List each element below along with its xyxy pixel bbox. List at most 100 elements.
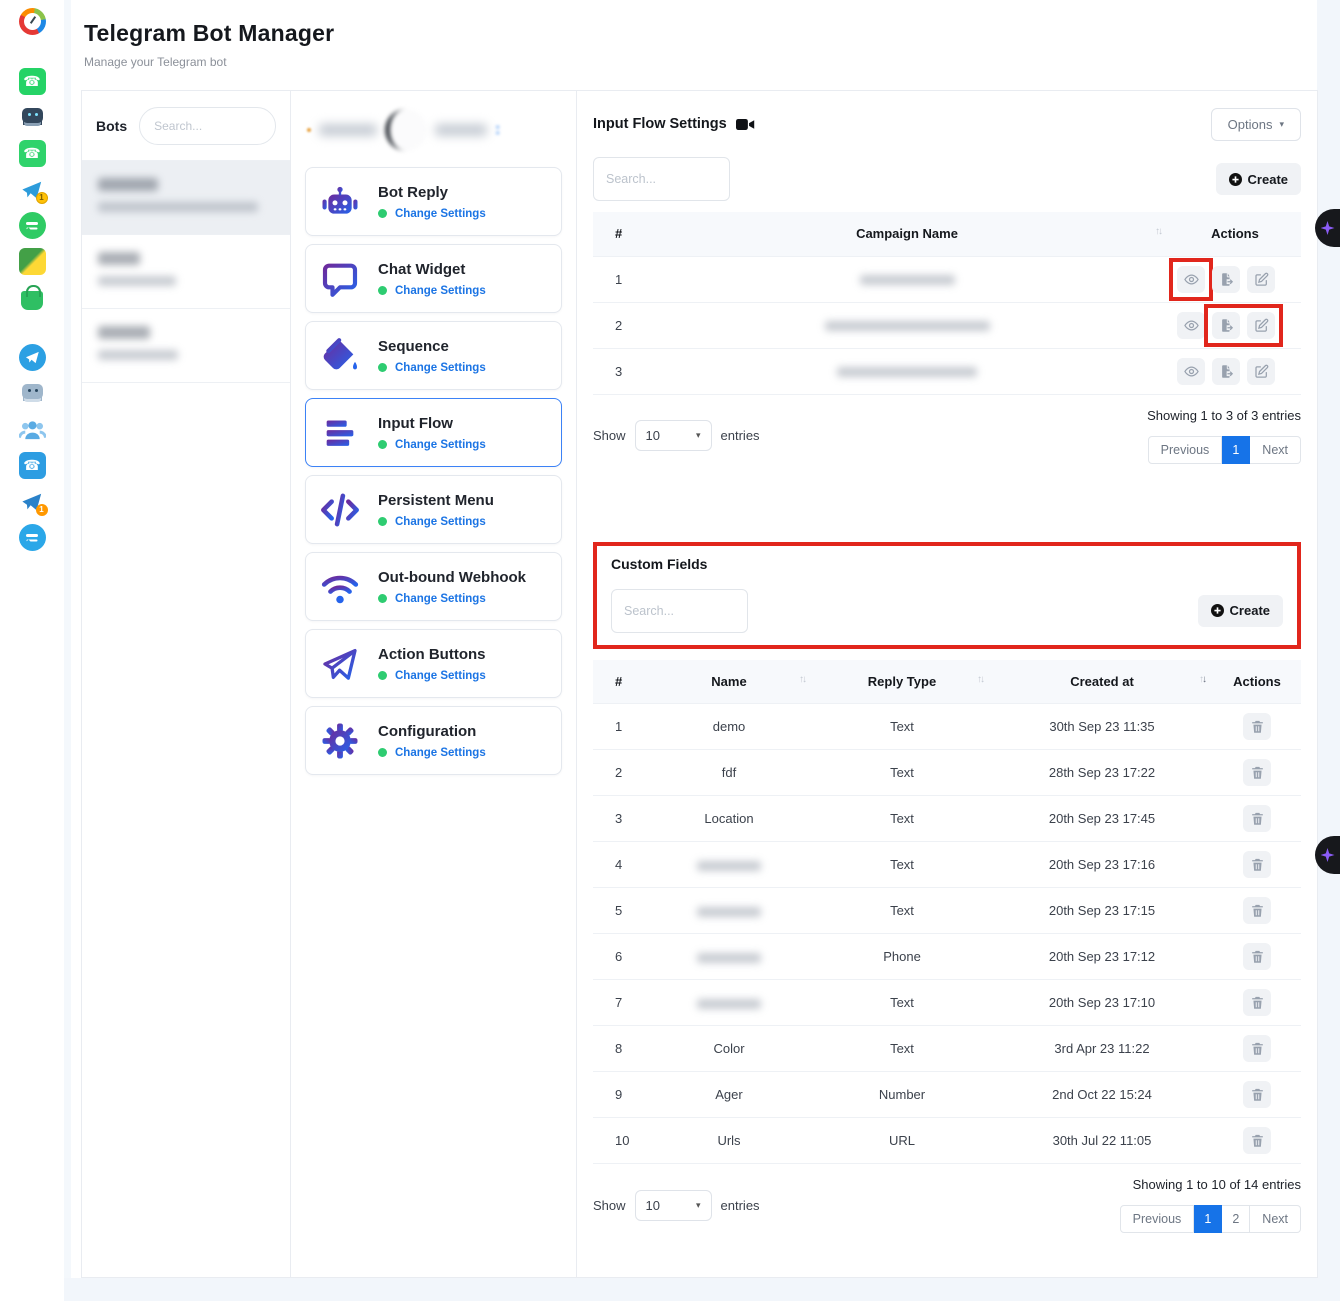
next-page-button[interactable]: Next <box>1250 1205 1301 1233</box>
blue-chat-icon[interactable] <box>19 524 46 551</box>
sort-icon[interactable]: ↑↓ <box>799 674 805 685</box>
bot-list-item[interactable] <box>82 309 290 383</box>
delete-button[interactable] <box>1243 713 1271 740</box>
change-settings-link[interactable]: Change Settings <box>395 285 486 297</box>
campaign-row: 2 <box>593 302 1301 348</box>
delete-button[interactable] <box>1243 1035 1271 1062</box>
change-settings-link[interactable]: Change Settings <box>395 362 486 374</box>
create-campaign-button[interactable]: Create <box>1216 163 1301 195</box>
status-dot <box>378 440 387 449</box>
settings-card-configuration[interactable]: Configuration Change Settings <box>305 706 562 775</box>
telegram-icon[interactable] <box>19 344 46 371</box>
export-button[interactable] <box>1212 358 1240 385</box>
settings-card-action-buttons[interactable]: Action ButtonsChange Settings <box>305 629 562 698</box>
redacted-campaign-name <box>860 275 955 285</box>
whatsapp-icon[interactable]: ☎ <box>19 68 46 95</box>
settings-card-persistent-menu[interactable]: Persistent MenuChange Settings <box>305 475 562 544</box>
change-settings-link[interactable]: Change Settings <box>395 747 486 759</box>
paper-plane-coin-icon[interactable]: 1 <box>19 176 46 203</box>
previous-page-button[interactable]: Previous <box>1148 436 1223 464</box>
row-index: 8 <box>593 1026 645 1072</box>
paper-plane-badge-icon[interactable]: 1 <box>19 488 46 515</box>
speedtest-logo-icon[interactable] <box>19 8 46 35</box>
row-index: 9 <box>593 1072 645 1118</box>
view-button[interactable] <box>1177 358 1205 385</box>
export-button[interactable] <box>1212 312 1240 339</box>
delete-button[interactable] <box>1243 989 1271 1016</box>
options-button[interactable]: Options▾ <box>1211 108 1301 141</box>
row-index: 1 <box>593 704 645 750</box>
edit-button[interactable] <box>1247 266 1275 293</box>
change-settings-link[interactable]: Change Settings <box>395 516 486 528</box>
show-label: Show <box>593 1198 626 1213</box>
delete-button[interactable] <box>1243 1081 1271 1108</box>
custom-fields-search-input[interactable] <box>611 589 748 633</box>
delete-button[interactable] <box>1243 943 1271 970</box>
settings-card-out-bound-webhook[interactable]: Out-bound Webhook Change Settings <box>305 552 562 621</box>
view-button[interactable] <box>1177 312 1205 339</box>
card-title: Configuration <box>378 723 486 740</box>
custom-field-row: 8ColorText3rd Apr 23 11:22 <box>593 1026 1301 1072</box>
blue-contacts-icon[interactable]: ☎ <box>19 452 46 479</box>
edit-button[interactable] <box>1247 312 1275 339</box>
chevron-down-icon: ▾ <box>1279 119 1284 130</box>
delete-button[interactable] <box>1243 805 1271 832</box>
change-settings-link[interactable]: Change Settings <box>395 670 486 682</box>
redacted-bot-username <box>98 276 176 286</box>
export-button[interactable] <box>1212 266 1240 293</box>
custom-field-row: 5Text20th Sep 23 17:15 <box>593 888 1301 934</box>
partnership-icon[interactable] <box>19 248 46 275</box>
edit-button[interactable] <box>1247 358 1275 385</box>
bot-list-item[interactable] <box>82 235 290 309</box>
video-camera-icon[interactable] <box>736 118 755 131</box>
gray-chatbot-icon[interactable] <box>19 380 46 407</box>
change-settings-link[interactable]: Change Settings <box>395 439 486 451</box>
green-contacts-icon[interactable]: ☎ <box>19 140 46 167</box>
settings-card-bot-reply[interactable]: Bot ReplyChange Settings <box>305 167 562 236</box>
field-name: Color <box>645 1026 813 1072</box>
row-index: 2 <box>593 750 645 796</box>
column-header-actions: Actions <box>1169 212 1301 256</box>
settings-card-input-flow[interactable]: Input FlowChange Settings <box>305 398 562 467</box>
settings-card-sequence[interactable]: SequenceChange Settings <box>305 321 562 390</box>
row-index: 5 <box>593 888 645 934</box>
page-title: Telegram Bot Manager <box>84 20 1317 47</box>
view-button[interactable] <box>1177 266 1205 293</box>
row-index: 3 <box>593 348 645 394</box>
page-size-select[interactable]: 10▾ <box>635 1190 712 1221</box>
people-group-icon[interactable] <box>19 416 46 443</box>
page-button-2[interactable]: 2 <box>1222 1205 1250 1233</box>
bot-list-item[interactable] <box>82 161 290 235</box>
shopping-bag-icon[interactable] <box>21 291 43 310</box>
campaign-search-input[interactable] <box>593 157 730 201</box>
create-custom-field-button[interactable]: Create <box>1198 595 1283 627</box>
next-page-button[interactable]: Next <box>1250 436 1301 464</box>
sort-icon-descending[interactable]: ↑↓ <box>1199 674 1205 685</box>
page-size-select[interactable]: 10▾ <box>635 420 712 451</box>
sequence-icon <box>320 336 360 376</box>
settings-card-chat-widget[interactable]: Chat Widget Change Settings <box>305 244 562 313</box>
delete-button[interactable] <box>1243 759 1271 786</box>
bots-search-input[interactable] <box>139 107 276 145</box>
delete-button[interactable] <box>1243 897 1271 924</box>
campaigns-table: # Campaign Name↑↓ Actions 123 <box>593 212 1301 395</box>
pagination: Previous1Next <box>1148 436 1301 464</box>
page-button-1[interactable]: 1 <box>1194 1205 1222 1233</box>
card-title: Out-bound Webhook <box>378 569 526 586</box>
previous-page-button[interactable]: Previous <box>1120 1205 1195 1233</box>
reply-type: Text <box>813 796 991 842</box>
change-settings-link[interactable]: Change Settings <box>395 593 486 605</box>
created-at: 28th Sep 23 17:22 <box>991 750 1213 796</box>
delete-button[interactable] <box>1243 851 1271 878</box>
chatbot-icon[interactable] <box>19 104 46 131</box>
change-settings-link[interactable]: Change Settings <box>395 208 486 220</box>
row-index: 6 <box>593 934 645 980</box>
card-title: Chat Widget <box>378 261 486 278</box>
sort-icon[interactable]: ↑↓ <box>977 674 983 685</box>
page-button-1[interactable]: 1 <box>1222 436 1250 464</box>
action-buttons-icon <box>320 644 360 684</box>
delete-button[interactable] <box>1243 1127 1271 1154</box>
sort-icon[interactable]: ↑↓ <box>1155 226 1161 237</box>
notification-badge: 1 <box>36 504 48 516</box>
green-chat-icon[interactable] <box>19 212 46 239</box>
